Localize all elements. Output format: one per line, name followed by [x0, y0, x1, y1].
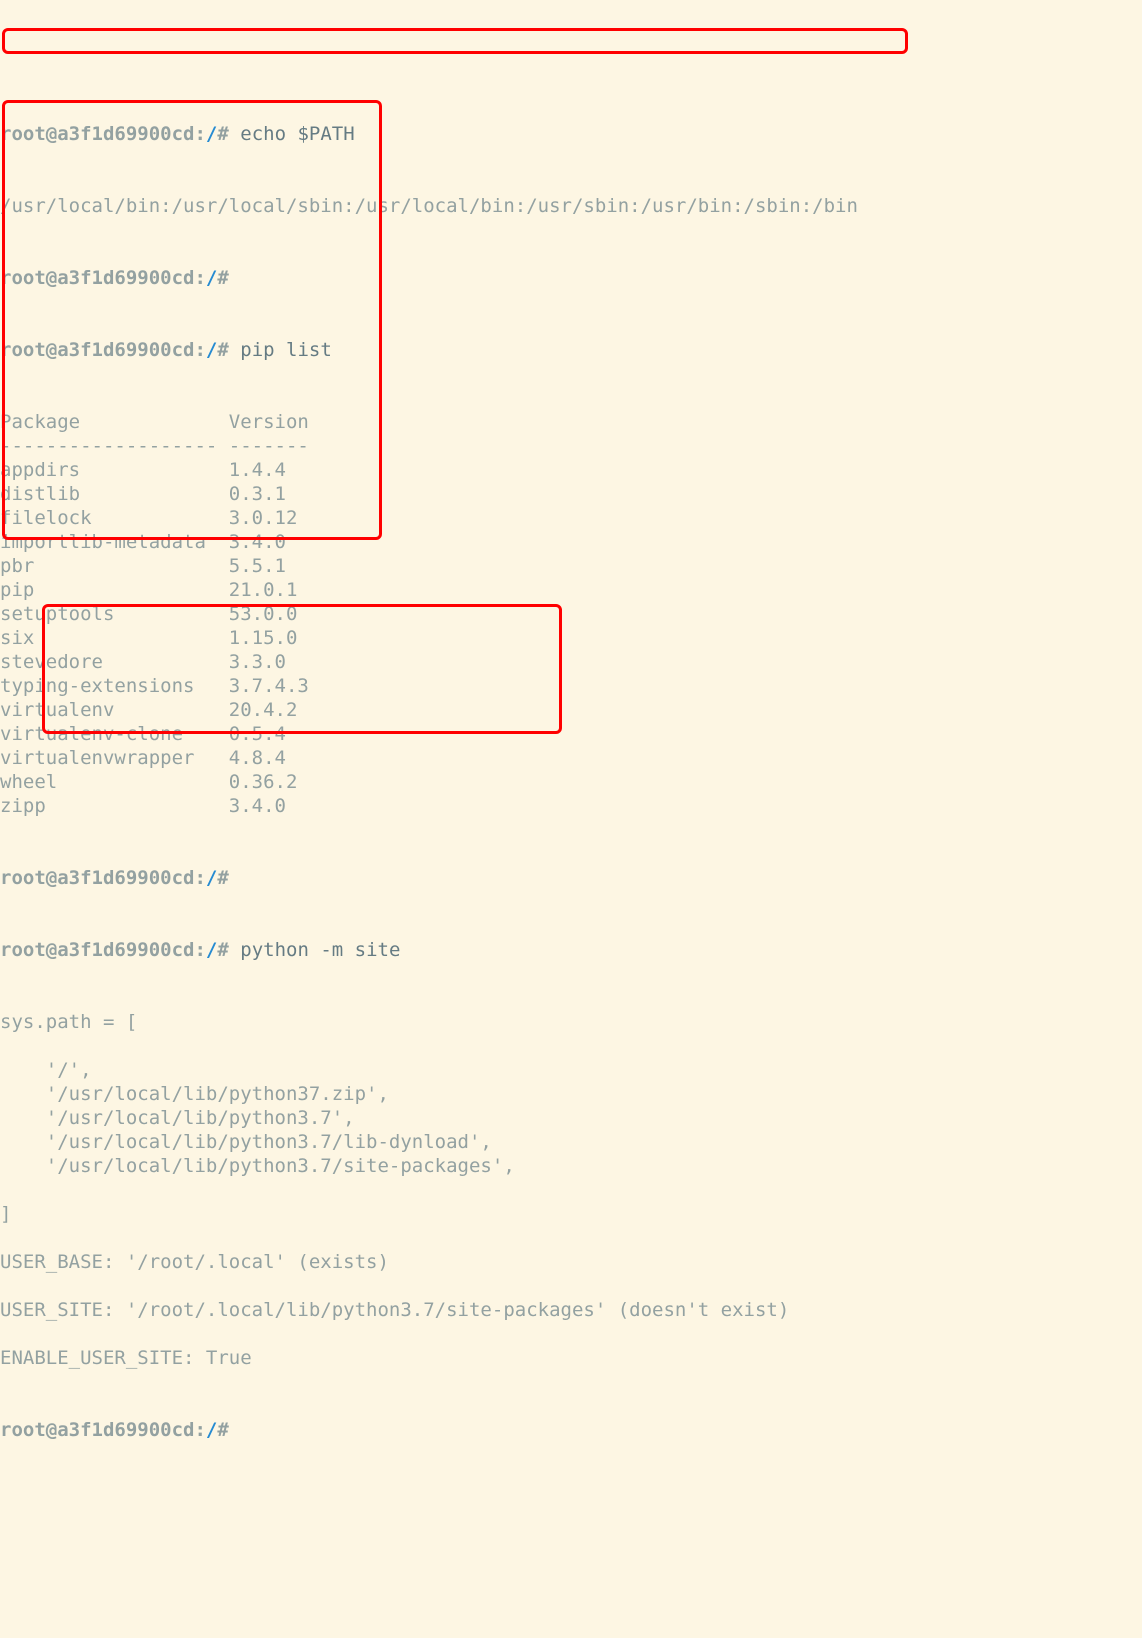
sys-path-close: ] [0, 1202, 1142, 1226]
sys-path-entry: '/usr/local/lib/python3.7/site-packages'… [0, 1154, 1142, 1178]
cmd-echo-path: echo $PATH [240, 123, 354, 145]
pip-row: six 1.15.0 [0, 626, 1142, 650]
prompt-host: root@a3f1d69900cd [0, 123, 194, 145]
pip-row: pbr 5.5.1 [0, 554, 1142, 578]
sys-path-entry: '/usr/local/lib/python3.7', [0, 1106, 1142, 1130]
pip-row: distlib 0.3.1 [0, 482, 1142, 506]
sys-path-entry: '/usr/local/lib/python37.zip', [0, 1082, 1142, 1106]
pip-row: filelock 3.0.12 [0, 506, 1142, 530]
cmd-pip-list: pip list [240, 339, 332, 361]
pip-row: Package Version [0, 410, 1142, 434]
sys-path-open: sys.path = [ [0, 1010, 1142, 1034]
prompt-line[interactable]: root@a3f1d69900cd:/# echo $PATH [0, 122, 1142, 146]
user-base: USER_BASE: '/root/.local' (exists) [0, 1250, 1142, 1274]
sys-path-entries: '/', '/usr/local/lib/python37.zip', '/us… [0, 1058, 1142, 1178]
prompt-line[interactable]: root@a3f1d69900cd:/# [0, 866, 1142, 890]
pip-row: virtualenv 20.4.2 [0, 698, 1142, 722]
cmd-python-site: python -m site [240, 939, 400, 961]
sys-path-entry: '/', [0, 1058, 1142, 1082]
prompt-line[interactable]: root@a3f1d69900cd:/# python -m site [0, 938, 1142, 962]
prompt-line[interactable]: root@a3f1d69900cd:/# [0, 266, 1142, 290]
pip-row: ------------------- ------- [0, 434, 1142, 458]
pip-row: zipp 3.4.0 [0, 794, 1142, 818]
enable-user-site: ENABLE_USER_SITE: True [0, 1346, 1142, 1370]
prompt-ps: # [217, 123, 228, 145]
pip-list-output: Package Version------------------- -----… [0, 410, 1142, 818]
sys-path-entry: '/usr/local/lib/python3.7/lib-dynload', [0, 1130, 1142, 1154]
pip-row: virtualenvwrapper 4.8.4 [0, 746, 1142, 770]
pip-row: wheel 0.36.2 [0, 770, 1142, 794]
pip-row: virtualenv-clone 0.5.4 [0, 722, 1142, 746]
pip-row: pip 21.0.1 [0, 578, 1142, 602]
pip-row: typing-extensions 3.7.4.3 [0, 674, 1142, 698]
pip-row: importlib-metadata 3.4.0 [0, 530, 1142, 554]
prompt-sep: : [194, 123, 205, 145]
prompt-line[interactable]: root@a3f1d69900cd:/# pip list [0, 338, 1142, 362]
pip-row: stevedore 3.3.0 [0, 650, 1142, 674]
prompt-path: / [206, 123, 217, 145]
pip-row: appdirs 1.4.4 [0, 458, 1142, 482]
pip-row: setuptools 53.0.0 [0, 602, 1142, 626]
prompt-line[interactable]: root@a3f1d69900cd:/# [0, 1418, 1142, 1442]
highlight-box-path [2, 28, 908, 54]
user-site: USER_SITE: '/root/.local/lib/python3.7/s… [0, 1298, 1142, 1322]
path-output: /usr/local/bin:/usr/local/sbin:/usr/loca… [0, 194, 1142, 218]
